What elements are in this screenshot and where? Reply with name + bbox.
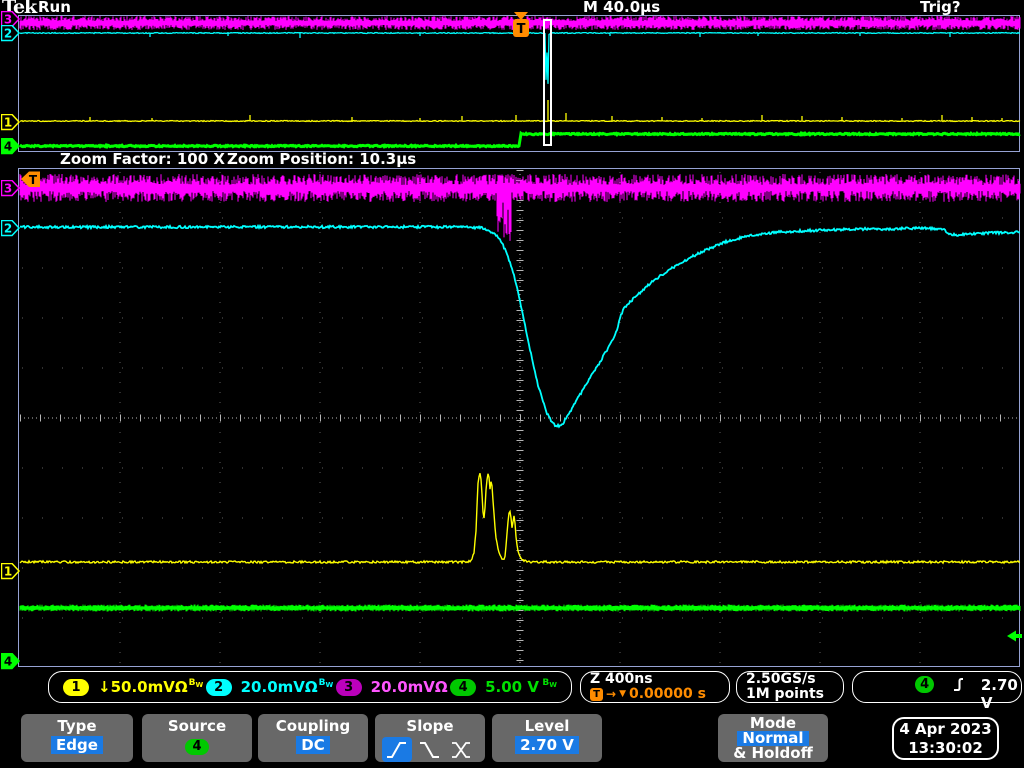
main-window: [18, 168, 1020, 667]
channel-1-badge: 1: [63, 678, 89, 696]
zoom-factor-label: Zoom Factor: 100 X: [60, 150, 225, 168]
channel-1-readout: 1 ↓50.0mVΩ BW: [63, 678, 203, 696]
acquisition-box: 2.50GS/s 1M points: [736, 671, 844, 703]
channel-4-marker: 4: [0, 652, 21, 670]
type-value: Edge: [51, 736, 103, 754]
type-button[interactable]: Type Edge: [21, 714, 133, 762]
mode-button[interactable]: Mode Normal & Holdoff: [718, 714, 828, 762]
source-button[interactable]: Source 4: [142, 714, 252, 762]
channel-3-badge: 3: [335, 678, 362, 696]
zoom-delay-readout: 0.00000 s: [628, 686, 706, 702]
timebase-readout: M 40.0µs: [583, 0, 661, 16]
channel-2-readout: 2 20.0mVΩ BW: [205, 677, 334, 696]
trigger-source-badge: 4: [915, 676, 935, 693]
triangle-down-icon: ▼: [619, 689, 626, 699]
arrow-right-icon: →: [606, 687, 617, 701]
zoom-position-label: Zoom Position: 10.3µs: [227, 150, 417, 168]
channel-3-readout: 3 20.0mVΩ: [335, 678, 448, 696]
channel-4-overview-marker: 4: [0, 137, 21, 155]
trigger-flag-icon: T: [590, 687, 603, 701]
trigger-status: Trig?: [920, 0, 961, 16]
svg-text:T: T: [29, 173, 38, 187]
channel-1-marker: 1: [0, 562, 21, 580]
bandwidth-limit-icon: BW: [542, 677, 557, 689]
level-button[interactable]: Level 2.70 V: [492, 714, 602, 762]
svg-text:1: 1: [4, 565, 12, 579]
time-readout: 13:30:02: [908, 739, 983, 757]
datetime-display: 4 Apr 2023 13:30:02: [892, 717, 999, 760]
level-value: 2.70 V: [515, 736, 579, 754]
source-channel-badge: 4: [185, 738, 209, 755]
svg-text:1: 1: [4, 116, 12, 130]
either-slope-icon: [452, 741, 470, 758]
channel-1-overview-marker: 1: [0, 113, 21, 131]
trigger-level-arrow: [1005, 628, 1023, 648]
channel-2-marker: 2: [0, 219, 21, 237]
svg-text:2: 2: [4, 27, 12, 41]
coupling-button[interactable]: Coupling DC: [258, 714, 368, 762]
falling-slope-icon: [420, 741, 439, 758]
svg-text:3: 3: [4, 182, 12, 196]
svg-text:T: T: [517, 22, 526, 37]
coupling-value: DC: [296, 736, 330, 754]
trigger-position-flag-overview: T: [511, 11, 531, 44]
sample-rate-readout: 2.50GS/s: [746, 671, 816, 687]
channel-2-badge: 2: [205, 678, 232, 696]
channel-4-readout: 4 5.00 V: [450, 678, 539, 696]
slope-falling-option[interactable]: [415, 737, 445, 762]
rising-edge-icon: [954, 678, 963, 691]
channel-2-overview-marker: 2: [0, 24, 21, 42]
trigger-readout-box: 4 2.70 V: [852, 671, 1022, 712]
svg-text:2: 2: [4, 222, 12, 236]
bandwidth-limit-icon: BW: [188, 677, 204, 689]
record-length-readout: 1M points: [746, 686, 824, 702]
svg-text:4: 4: [4, 655, 12, 669]
bandwidth-limit-icon: BW: [318, 677, 334, 689]
trigger-position-flag-main: T: [21, 171, 41, 192]
channel-readouts-box: 1 ↓50.0mVΩ BW 2 20.0mVΩ BW 3 20.0mVΩ 4 5…: [48, 671, 572, 703]
zoom-scale-box: Z 400ns T → ▼ 0.00000 s: [580, 671, 730, 703]
rising-slope-icon: [387, 741, 406, 758]
trigger-level-readout: 2.70 V: [980, 676, 1018, 712]
slope-button[interactable]: Slope: [375, 714, 485, 762]
zoom-scale-readout: Z 400ns: [590, 671, 653, 687]
date-readout: 4 Apr 2023: [899, 720, 992, 738]
svg-text:4: 4: [4, 140, 12, 154]
acquisition-status: Run: [38, 0, 71, 16]
zoom-window-indicator[interactable]: [543, 19, 552, 146]
channel-4-badge: 4: [450, 678, 477, 696]
slope-either-option[interactable]: [448, 737, 478, 762]
slope-rising-option[interactable]: [382, 737, 412, 762]
channel-3-marker: 3: [0, 179, 21, 197]
